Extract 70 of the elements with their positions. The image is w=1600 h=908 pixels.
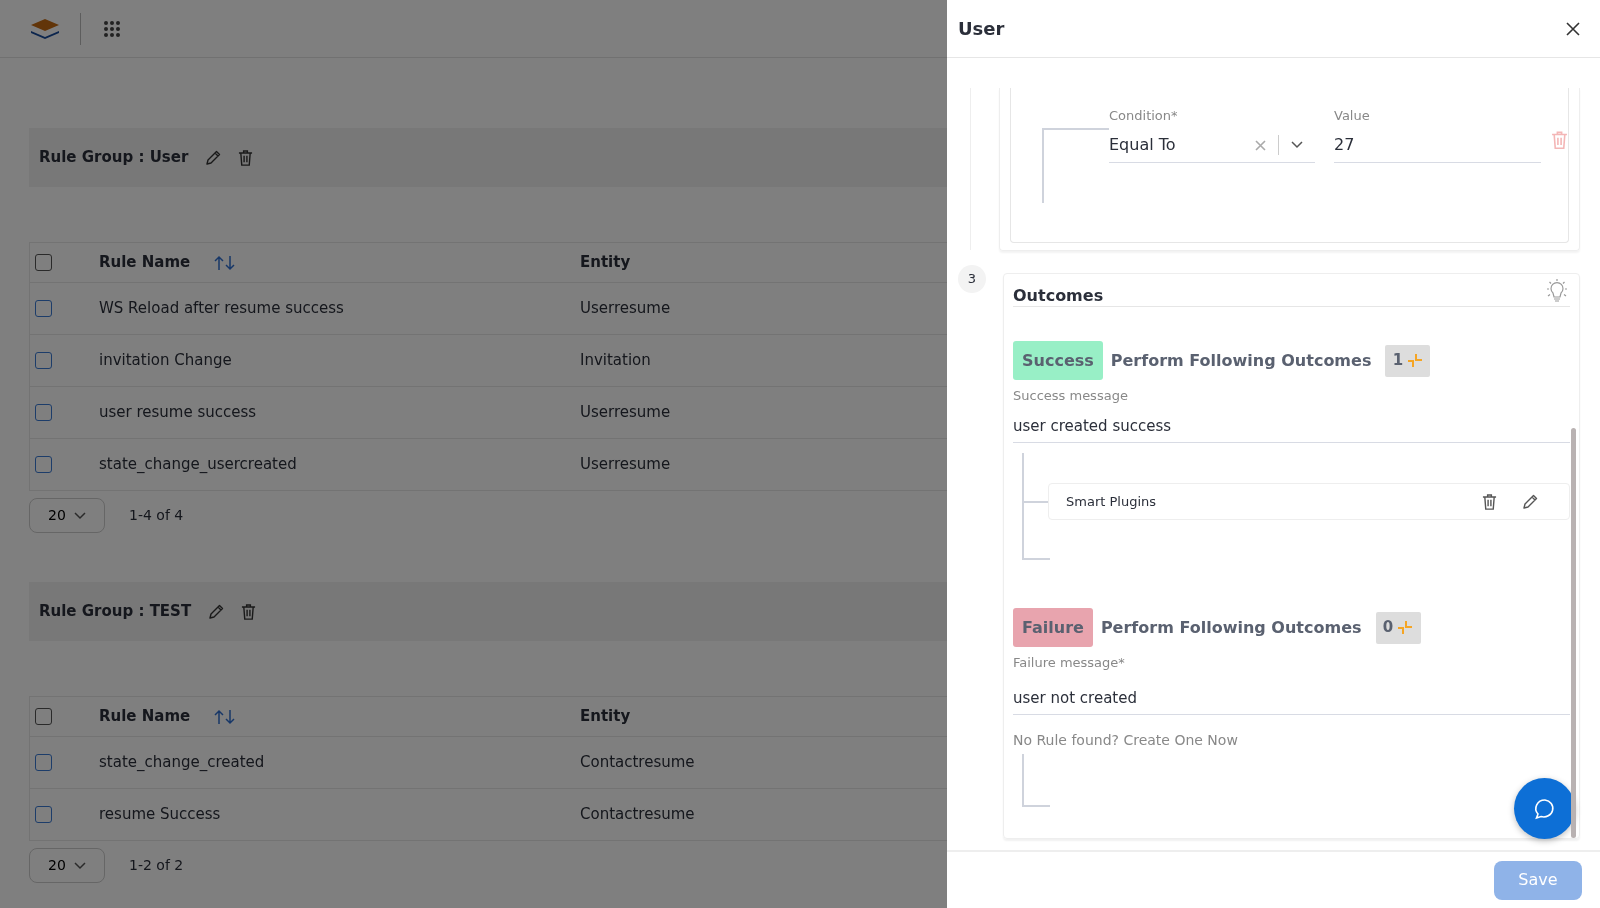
collapse-icon xyxy=(1397,619,1414,636)
chevron-down-icon xyxy=(1291,141,1303,149)
field-label: Success message xyxy=(1013,388,1128,403)
entity-name: Invitation xyxy=(580,351,651,370)
entity-name: Userresume xyxy=(580,299,671,318)
entity-name: Userresume xyxy=(580,455,671,474)
entity-name: Contactresume xyxy=(580,753,695,772)
field-label: Failure message* xyxy=(1013,655,1125,670)
field-label: Value xyxy=(1334,108,1370,123)
row-checkbox[interactable] xyxy=(35,404,52,421)
trash-icon[interactable] xyxy=(241,602,257,621)
chevron-down-icon xyxy=(73,511,86,520)
message-field[interactable]: user created success xyxy=(1013,411,1570,443)
trash-icon[interactable] xyxy=(1482,492,1497,511)
page-size-select[interactable]: 20 xyxy=(29,498,105,533)
edit-icon[interactable] xyxy=(207,602,226,621)
row-checkbox[interactable] xyxy=(35,300,52,317)
collapse-icon xyxy=(1407,352,1424,369)
row-checkbox[interactable] xyxy=(35,806,52,823)
column-header[interactable]: Rule Name xyxy=(99,705,191,728)
outcome-heading: Perform Following Outcomes xyxy=(1100,616,1362,639)
close-icon[interactable] xyxy=(1566,21,1580,36)
rule-name: user resume success xyxy=(99,403,257,422)
chevron-down-icon xyxy=(73,861,86,870)
outcome-badge: Failure xyxy=(1013,608,1093,647)
connector-line xyxy=(1022,754,1050,807)
entity-name: Userresume xyxy=(580,403,671,422)
field-label: Condition* xyxy=(1109,108,1178,123)
edit-icon[interactable] xyxy=(1521,492,1539,511)
empty-message: No Rule found? Create One Now xyxy=(1013,732,1238,748)
scrollbar-thumb[interactable] xyxy=(1571,428,1576,838)
chat-bubble-icon xyxy=(1532,796,1557,821)
rule-name: state_change_usercreated xyxy=(99,455,297,474)
row-checkbox[interactable] xyxy=(35,456,52,473)
column-header: Entity xyxy=(580,253,631,272)
drawer-title: User xyxy=(958,17,1005,41)
section-title: Outcomes xyxy=(1013,285,1104,307)
rule-name: resume Success xyxy=(99,805,221,824)
sort-icon[interactable] xyxy=(214,708,237,725)
row-checkbox[interactable] xyxy=(35,754,52,771)
column-header[interactable]: Rule Name xyxy=(99,251,191,274)
edit-icon[interactable] xyxy=(204,148,223,167)
page-range: 1-4 of 4 xyxy=(129,506,184,525)
condition-select[interactable]: Equal To xyxy=(1109,128,1315,163)
rule-name: WS Reload after resume success xyxy=(99,299,344,318)
select-all-checkbox[interactable] xyxy=(35,708,52,725)
row-checkbox[interactable] xyxy=(35,352,52,369)
message-field[interactable]: user not created xyxy=(1013,683,1570,715)
sort-icon[interactable] xyxy=(214,254,237,271)
entity-name: Contactresume xyxy=(580,805,695,824)
collapse-count-button[interactable]: 1 xyxy=(1385,344,1431,377)
select-all-checkbox[interactable] xyxy=(35,254,52,271)
step-number: 3 xyxy=(958,265,986,293)
column-header: Entity xyxy=(580,707,631,726)
trash-icon[interactable] xyxy=(238,148,254,167)
outcome-heading: Perform Following Outcomes xyxy=(1110,349,1372,372)
logo-icon xyxy=(30,17,60,40)
page-range: 1-2 of 2 xyxy=(129,856,184,875)
rule-name: state_change_created xyxy=(99,753,265,772)
lightbulb-icon[interactable] xyxy=(1544,278,1570,304)
apps-grid-icon[interactable] xyxy=(103,19,121,38)
rule-name: invitation Change xyxy=(99,351,232,370)
plugin-name: Smart Plugins xyxy=(1066,492,1158,511)
group-title: Rule Group : TEST xyxy=(39,601,192,623)
outcome-badge: Success xyxy=(1013,341,1103,380)
collapse-count-button[interactable]: 0 xyxy=(1375,611,1421,644)
value-field[interactable]: 27 xyxy=(1334,128,1541,163)
group-title: Rule Group : User xyxy=(39,147,189,169)
page-size-select[interactable]: 20 xyxy=(29,848,105,883)
clear-icon[interactable] xyxy=(1255,139,1266,151)
